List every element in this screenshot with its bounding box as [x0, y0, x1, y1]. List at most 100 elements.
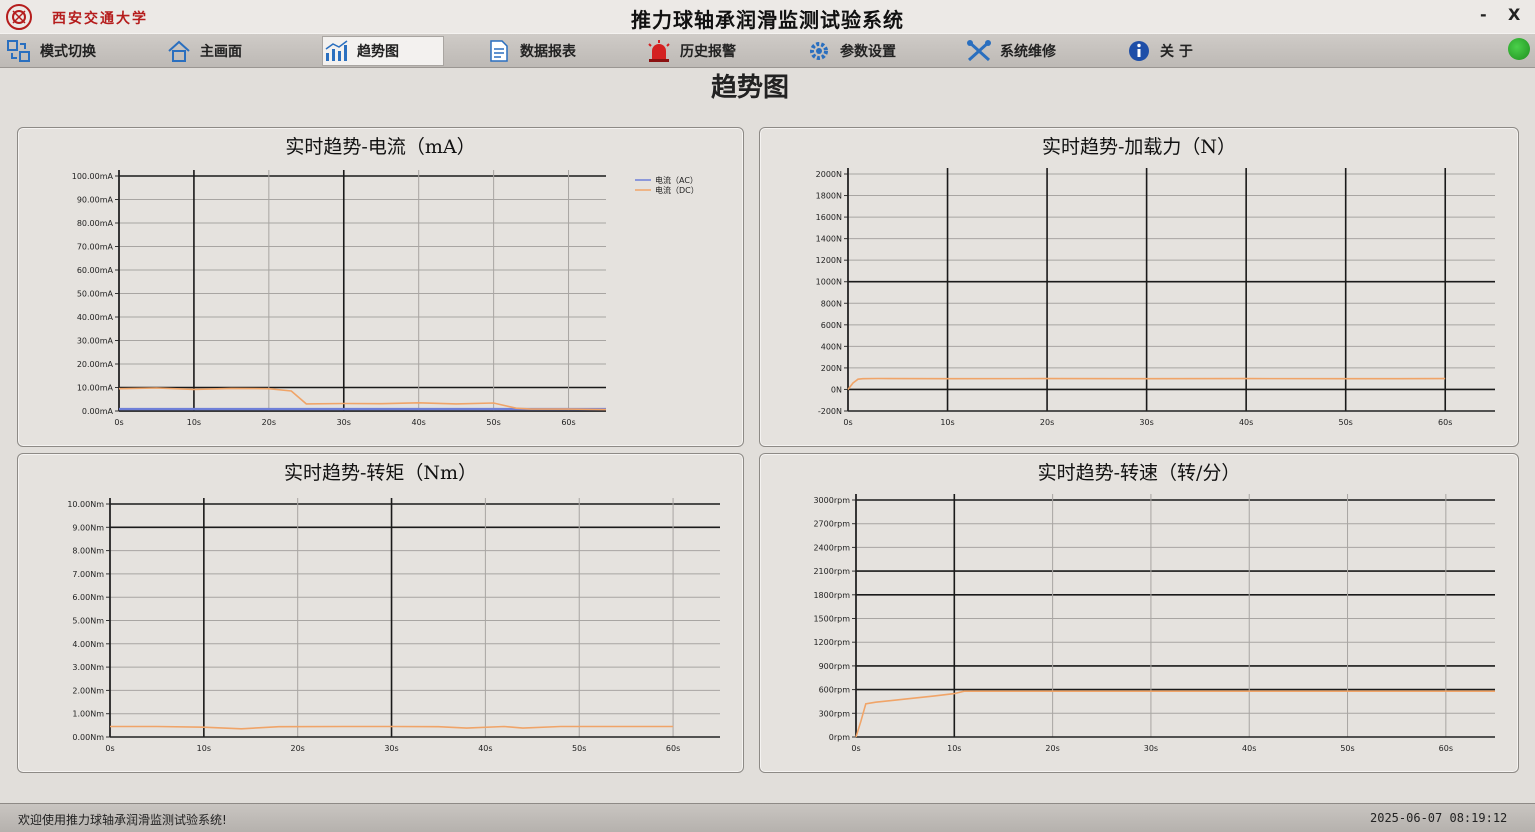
status-time: 2025-06-07 08:19:12 — [1370, 811, 1508, 825]
navigation-bar: 模式切换 主画面 趋势图 数据报表 历史报警 参数设置 系统维修 关 于 — [0, 33, 1535, 68]
y-tick-label: 800N — [821, 299, 842, 308]
y-tick-label: 1.00Nm — [72, 710, 104, 719]
x-tick-label: 30s — [1144, 744, 1158, 753]
nav-label: 历史报警 — [680, 43, 736, 60]
y-tick-label: 300rpm — [819, 709, 851, 718]
nav-parameter-settings[interactable]: 参数设置 — [806, 37, 946, 64]
y-tick-label: 90.00mA — [77, 196, 114, 205]
x-tick-label: 30s — [1139, 418, 1153, 427]
x-tick-label: 10s — [947, 744, 961, 753]
nav-mode-switch[interactable]: 模式切换 — [6, 37, 146, 64]
y-tick-label: 70.00mA — [77, 243, 114, 252]
x-tick-label: 10s — [940, 418, 954, 427]
x-tick-label: 60s — [561, 418, 575, 427]
x-tick-label: 20s — [1045, 744, 1059, 753]
y-tick-label: 1500rpm — [813, 615, 850, 624]
y-tick-label: 1800rpm — [813, 591, 850, 600]
status-message: 欢迎使用推力球轴承润滑监测试验系统! — [18, 813, 227, 827]
current-trend-chart: 100.00mA 90.00mA 80.00mA 70.00mA 60.00mA 50.0… — [72, 170, 699, 427]
gear-icon — [810, 41, 828, 60]
connection-status-light — [1508, 38, 1530, 60]
status-bar: 欢迎使用推力球轴承润滑监测试验系统! 2025-06-07 08:19:12 — [0, 803, 1535, 832]
y-tick-label: 1800N — [816, 192, 842, 201]
app-title: 推力球轴承润滑监测试验系统 — [631, 8, 904, 32]
nav-label: 参数设置 — [840, 43, 896, 60]
y-tick-label: 600rpm — [819, 686, 851, 695]
y-tick-label: 80.00mA — [77, 219, 114, 228]
nav-data-report[interactable]: 数据报表 — [486, 37, 626, 64]
y-tick-label: 50.00mA — [77, 290, 114, 299]
home-icon — [168, 40, 190, 62]
title-bar: 西安交通大学 推力球轴承润滑监测试验系统 - X — [0, 0, 1535, 33]
nav-label: 趋势图 — [357, 44, 399, 60]
y-tick-label: 3.00Nm — [72, 663, 104, 672]
x-tick-label: 40s — [1242, 744, 1256, 753]
nav-about[interactable]: 关 于 — [1126, 37, 1246, 64]
y-tick-label: 2.00Nm — [72, 686, 104, 695]
x-tick-label: 10s — [187, 418, 201, 427]
x-tick-label: 40s — [412, 418, 426, 427]
nav-system-maintenance[interactable]: 系统维修 — [966, 37, 1106, 64]
x-tick-label: 40s — [1239, 418, 1253, 427]
nav-home[interactable]: 主画面 — [166, 37, 306, 64]
y-tick-label: 1400N — [816, 235, 842, 244]
y-tick-label: 60.00mA — [77, 266, 114, 275]
y-tick-label: 2400rpm — [813, 543, 850, 552]
nav-label: 模式切换 — [40, 43, 96, 60]
y-tick-label: 40.00mA — [77, 313, 114, 322]
x-tick-label: 50s — [1340, 744, 1354, 753]
nav-trend-chart[interactable]: 趋势图 — [322, 36, 444, 66]
x-tick-label: 20s — [1040, 418, 1054, 427]
y-tick-label: 0.00Nm — [72, 733, 104, 742]
y-tick-label: 20.00mA — [77, 360, 114, 369]
series-line — [855, 690, 1495, 738]
alarm-siren-icon — [648, 39, 670, 62]
x-tick-label: 60s — [1438, 418, 1452, 427]
y-tick-label: 5.00Nm — [72, 617, 104, 626]
nav-label: 关 于 — [1160, 43, 1193, 60]
y-tick-label: 900rpm — [819, 662, 851, 671]
y-tick-label: 6.00Nm — [72, 593, 104, 602]
chart-panel-load-force: 实时趋势-加载力（N） 2000N 1800N 1600N 1400N 1200N 100… — [759, 127, 1519, 447]
y-tick-label: 0N — [831, 385, 842, 394]
load-force-trend-chart: 2000N 1800N 1600N 1400N 1200N 1000N 800N 600N 40… — [816, 168, 1495, 427]
tools-icon — [967, 39, 991, 61]
y-tick-label: 30.00mA — [77, 337, 114, 346]
nav-history-alarm[interactable]: 历史报警 — [646, 37, 786, 64]
x-tick-label: 30s — [384, 744, 398, 753]
trend-chart-icon — [325, 40, 348, 61]
x-tick-label: 60s — [1439, 744, 1453, 753]
nav-label: 系统维修 — [1000, 43, 1056, 60]
y-tick-label: 9.00Nm — [72, 523, 104, 532]
x-tick-label: 50s — [1339, 418, 1353, 427]
y-tick-label: 10.00mA — [77, 384, 114, 393]
chart-panel-torque: 实时趋势-转矩（Nm） 10.00Nm 9.00Nm 8.00Nm 7.00Nm 6.0… — [17, 453, 744, 773]
x-tick-label: 0s — [105, 744, 114, 753]
torque-trend-chart: 10.00Nm 9.00Nm 8.00Nm 7.00Nm 6.00Nm 5.00Nm 4.0… — [67, 498, 720, 753]
x-tick-label: 40s — [478, 744, 492, 753]
y-tick-label: 1600N — [816, 213, 842, 222]
y-tick-label: 4.00Nm — [72, 640, 104, 649]
chart-panel-current: 实时趋势-电流（mA） 100.00mA 90.00mA 80.00mA 70.00m… — [17, 127, 744, 447]
y-tick-label: 0rpm — [829, 733, 850, 742]
close-button[interactable]: X — [1508, 5, 1520, 24]
y-tick-label: 600N — [821, 321, 842, 330]
info-icon — [1129, 40, 1149, 61]
y-tick-label: 100.00mA — [72, 172, 114, 181]
y-tick-label: 0.00mA — [82, 407, 114, 416]
x-tick-label: 0s — [851, 744, 860, 753]
chart-panel-speed: 实时趋势-转速（转/分） 3000rpm 2700rpm 2400rpm 2100rp… — [759, 453, 1519, 773]
y-tick-label: 2100rpm — [813, 567, 850, 576]
y-tick-label: 1000N — [816, 278, 842, 287]
report-document-icon — [490, 39, 508, 62]
x-tick-label: 30s — [337, 418, 351, 427]
x-tick-label: 10s — [197, 744, 211, 753]
y-tick-label: 200N — [821, 364, 842, 373]
y-tick-label: 3000rpm — [813, 496, 850, 505]
minimize-button[interactable]: - — [1480, 5, 1487, 24]
y-tick-label: -200N — [818, 407, 842, 416]
x-tick-label: 0s — [114, 418, 123, 427]
page-title: 趋势图 — [710, 73, 789, 103]
y-tick-label: 1200N — [816, 256, 842, 265]
x-tick-label: 50s — [486, 418, 500, 427]
